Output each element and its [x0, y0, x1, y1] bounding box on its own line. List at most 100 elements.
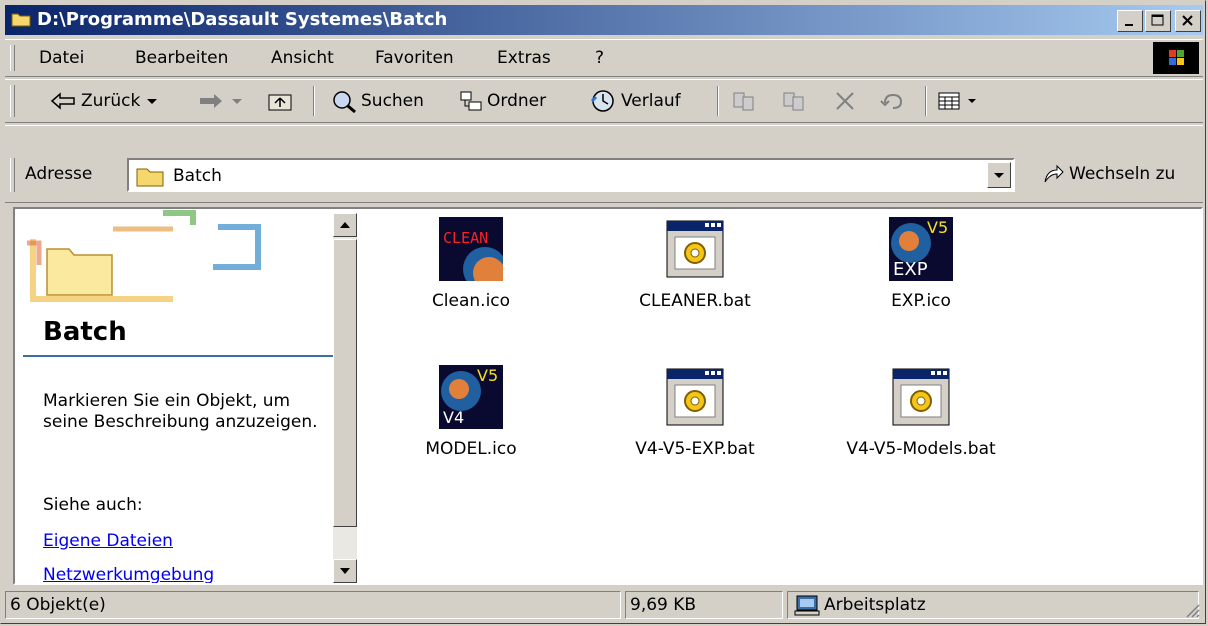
file-name: CLEANER.bat	[639, 291, 751, 311]
up-folder-button[interactable]	[267, 88, 293, 114]
window-title: D:\Programme\Dassault Systemes\Batch	[37, 9, 448, 30]
address-grip[interactable]	[10, 158, 15, 192]
link-eigene-dateien[interactable]: Eigene Dateien	[43, 531, 173, 551]
svg-text:V5: V5	[477, 366, 498, 385]
file-name: V4-V5-Models.bat	[846, 439, 996, 459]
status-zone-label: Arbeitsplatz	[824, 595, 926, 615]
chevron-down-icon	[232, 99, 242, 104]
back-button[interactable]: Zurück	[49, 88, 160, 114]
history-button[interactable]: Verlauf	[589, 88, 681, 114]
address-bar: Adresse Batch Wechseln zu	[5, 125, 1203, 203]
back-arrow-icon	[50, 92, 75, 110]
scroll-up-button[interactable]	[333, 213, 357, 237]
menu-favoriten[interactable]: Favoriten	[375, 48, 454, 68]
standard-toolbar: Zurück Suchen Ordner Verlauf	[5, 79, 1203, 123]
search-button[interactable]: Suchen	[331, 88, 424, 114]
model-icon: V5 V4	[439, 365, 503, 429]
up-folder-icon	[268, 94, 292, 111]
my-computer-icon	[794, 595, 820, 616]
resize-grip-icon[interactable]	[1183, 601, 1201, 619]
see-also-label: Siehe auch:	[43, 495, 143, 515]
folder-icon	[136, 168, 164, 187]
address-value: Batch	[173, 166, 222, 186]
close-icon	[1182, 15, 1193, 26]
views-icon	[938, 92, 960, 110]
file-item[interactable]: CLEANER.bat	[605, 217, 785, 311]
clean-icon: CLEAN	[439, 217, 503, 281]
history-icon	[590, 90, 614, 112]
folder-banner-icon	[27, 210, 261, 302]
folders-icon	[460, 91, 482, 111]
toolbar-grip[interactable]	[10, 85, 15, 117]
windows-logo-icon	[1153, 42, 1199, 74]
status-count: 6 Objekt(e)	[5, 591, 621, 619]
chevron-down-icon	[994, 173, 1004, 178]
status-size: 9,69 KB	[625, 591, 783, 619]
copy-to-button[interactable]	[781, 88, 807, 114]
explorer-window: D:\Programme\Dassault Systemes\Batch Dat…	[0, 0, 1206, 624]
panel-divider	[23, 355, 333, 357]
move-to-button[interactable]	[731, 88, 757, 114]
chevron-down-icon	[147, 99, 158, 104]
title-bar[interactable]: D:\Programme\Dassault Systemes\Batch	[5, 5, 1203, 35]
file-item[interactable]: V5 EXP EXP.ico	[831, 217, 1011, 311]
file-name: MODEL.ico	[425, 439, 517, 459]
menu-extras[interactable]: Extras	[497, 48, 551, 68]
menu-ansicht[interactable]: Ansicht	[271, 48, 334, 68]
scroll-thumb[interactable]	[333, 239, 357, 527]
batch-file-icon	[666, 368, 724, 426]
status-zone: Arbeitsplatz	[787, 591, 1199, 619]
back-label: Zurück	[81, 91, 141, 111]
folders-label: Ordner	[487, 91, 547, 111]
copy-to-icon	[783, 92, 804, 111]
link-netzwerkumgebung[interactable]: Netzwerkumgebung	[43, 565, 214, 583]
panel-description: Markieren Sie ein Objekt, um seine Besch…	[43, 391, 318, 432]
menu-datei[interactable]: Datei	[39, 48, 84, 68]
folders-button[interactable]: Ordner	[459, 88, 546, 114]
vertical-scrollbar[interactable]	[333, 213, 357, 583]
file-item[interactable]: V4-V5-EXP.bat	[605, 365, 785, 459]
menu-bearbeiten[interactable]: Bearbeiten	[135, 48, 228, 68]
delete-icon	[836, 92, 854, 110]
svg-text:V4: V4	[443, 408, 464, 427]
toolbar-separator	[717, 86, 719, 116]
close-button[interactable]	[1175, 10, 1201, 32]
scroll-down-button[interactable]	[333, 559, 357, 583]
file-item[interactable]: CLEAN Clean.ico	[381, 217, 561, 311]
search-label: Suchen	[361, 91, 424, 111]
address-dropdown-button[interactable]	[987, 162, 1011, 188]
toolbar-separator	[313, 86, 315, 116]
panel-title: Batch	[43, 317, 127, 347]
delete-button[interactable]	[833, 88, 857, 114]
file-name: V4-V5-EXP.bat	[635, 439, 755, 459]
chevron-down-icon	[968, 99, 976, 103]
address-label: Adresse	[25, 164, 93, 184]
svg-text:CLEAN: CLEAN	[443, 229, 488, 247]
menu-help[interactable]: ?	[595, 48, 604, 68]
status-bar: 6 Objekt(e) 9,69 KB Arbeitsplatz	[5, 589, 1203, 621]
chevron-up-icon	[340, 222, 350, 228]
folder-view[interactable]: Batch Markieren Sie ein Objekt, um seine…	[13, 207, 1203, 585]
menu-bar: Datei Bearbeiten Ansicht Favoriten Extra…	[5, 39, 1203, 77]
go-button[interactable]: Wechseln zu	[1041, 162, 1175, 186]
go-label: Wechseln zu	[1069, 164, 1176, 184]
folder-icon	[11, 13, 31, 27]
undo-icon	[880, 93, 903, 109]
forward-button[interactable]	[197, 88, 245, 114]
file-name: EXP.ico	[891, 291, 951, 311]
minimize-button[interactable]	[1117, 10, 1143, 32]
menu-grip[interactable]	[10, 45, 15, 71]
file-item[interactable]: V5 V4 MODEL.ico	[381, 365, 561, 459]
batch-file-icon	[666, 220, 724, 278]
exp-icon: V5 EXP	[889, 217, 953, 281]
toolbar-separator	[925, 86, 927, 116]
undo-button[interactable]	[879, 88, 905, 114]
move-to-icon	[733, 92, 754, 111]
svg-text:EXP: EXP	[893, 259, 928, 280]
address-input[interactable]: Batch	[127, 158, 1015, 192]
batch-file-icon	[892, 368, 950, 426]
maximize-button[interactable]	[1145, 10, 1171, 32]
chevron-down-icon	[340, 568, 350, 574]
views-button[interactable]	[937, 88, 977, 114]
file-item[interactable]: V4-V5-Models.bat	[831, 365, 1011, 459]
